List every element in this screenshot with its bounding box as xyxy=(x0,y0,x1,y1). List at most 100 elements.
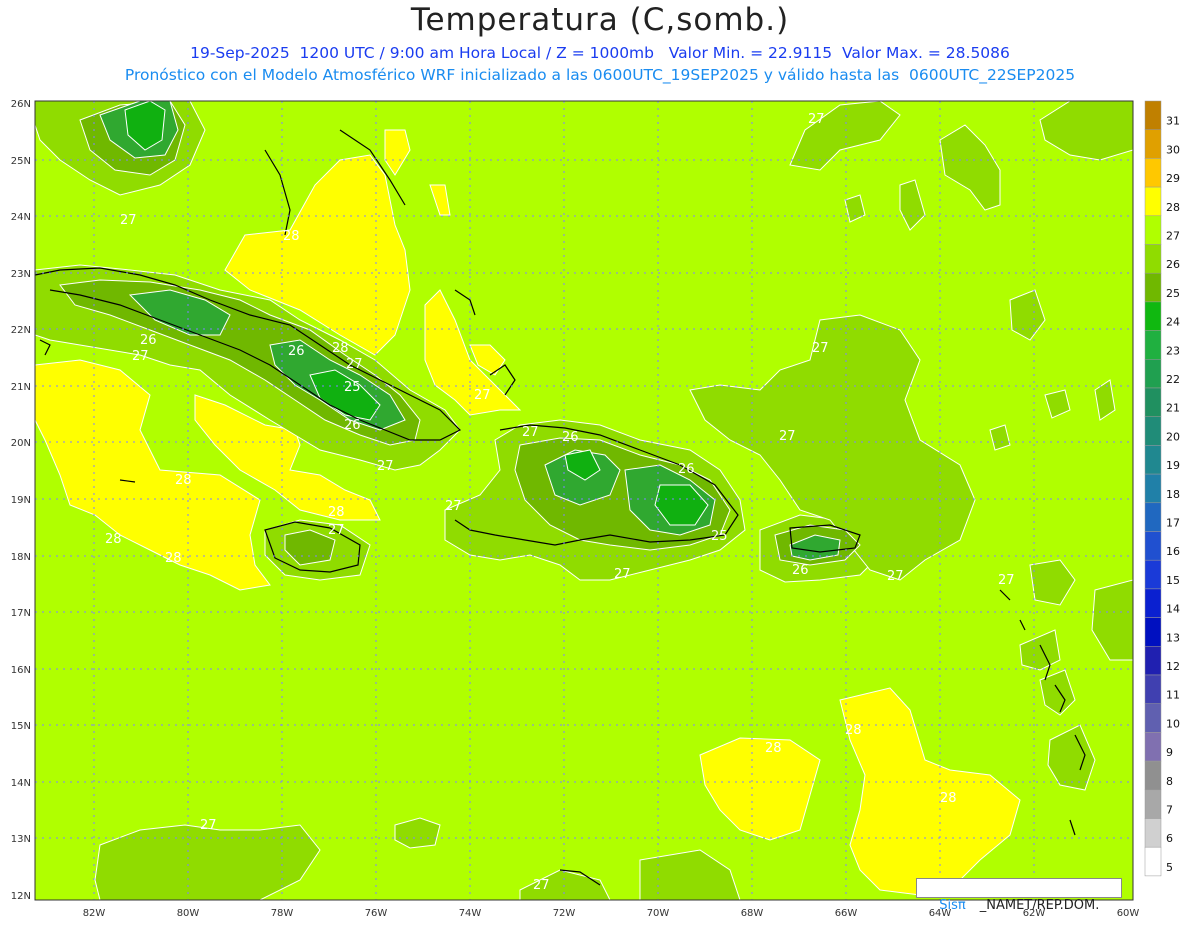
lat-label: 20N xyxy=(11,438,31,449)
temperature-field xyxy=(35,101,1133,900)
lon-label: 70W xyxy=(647,908,670,919)
contour-label: 28 xyxy=(283,229,300,244)
colorbar-swatch xyxy=(1144,732,1162,762)
colorbar-swatch xyxy=(1144,617,1162,647)
lat-label: 25N xyxy=(11,156,31,167)
lat-label: 18N xyxy=(11,552,31,563)
contour-label: 28 xyxy=(332,341,349,356)
brand-inamet: _NAMET/REP.DOM. xyxy=(979,898,1100,913)
colorbar-swatch xyxy=(1144,272,1162,303)
contour-label: 27 xyxy=(132,349,149,364)
colorbar-label: 19 xyxy=(1166,459,1180,472)
lat-label: 15N xyxy=(11,721,31,732)
lat-label: 26N xyxy=(11,99,31,110)
colorbar-swatch xyxy=(1144,330,1162,360)
colorbar-label: 8 xyxy=(1166,775,1173,788)
contour-label: 28 xyxy=(165,551,182,566)
lon-label: 82W xyxy=(83,908,106,919)
contour-label: 28 xyxy=(765,741,782,756)
colorbar-label: 7 xyxy=(1166,804,1173,817)
lon-label: 78W xyxy=(271,908,294,919)
colorbar-swatch xyxy=(1144,760,1162,791)
colorbar-swatch xyxy=(1144,646,1162,676)
brand-box: Sisπ _NAMET/REP.DOM. xyxy=(916,878,1122,913)
colorbar-swatch xyxy=(1144,502,1162,532)
colorbar-swatch xyxy=(1144,473,1162,504)
colorbar-label: 16 xyxy=(1166,545,1180,558)
contour-label: 28 xyxy=(940,791,957,806)
colorbar-swatch xyxy=(1144,789,1162,819)
colorbar-swatch xyxy=(1144,186,1162,217)
contour-label: 27 xyxy=(522,425,539,440)
contour-label: 27 xyxy=(812,341,829,356)
contour-label: 27 xyxy=(808,112,825,127)
contour-label: 27 xyxy=(120,213,137,228)
colorbar-swatch xyxy=(1144,158,1162,188)
contour-label: 28 xyxy=(175,473,192,488)
lat-label: 21N xyxy=(11,382,31,393)
colorbar-swatch xyxy=(1144,301,1162,331)
contour-label: 26 xyxy=(288,344,305,359)
colorbar-swatch xyxy=(1144,559,1162,590)
colorbar-label: 13 xyxy=(1166,631,1180,644)
colorbar-label: 10 xyxy=(1166,717,1180,730)
contour-label: 25 xyxy=(711,529,728,544)
colorbar-label: 22 xyxy=(1166,373,1180,386)
colorbar-label: 15 xyxy=(1166,574,1180,587)
lon-label: 68W xyxy=(741,908,764,919)
colorbar-label: 29 xyxy=(1166,172,1180,185)
lat-label: 12N xyxy=(11,891,31,902)
contour-label: 27 xyxy=(377,459,394,474)
lon-label: 66W xyxy=(835,908,858,919)
colorbar-label: 30 xyxy=(1166,143,1180,156)
colorbar-label: 24 xyxy=(1166,316,1180,329)
contour-label: 26 xyxy=(678,462,695,477)
colorbar-swatch xyxy=(1144,703,1162,733)
colorbar-label: 9 xyxy=(1166,746,1173,759)
lat-label: 14N xyxy=(11,778,31,789)
contour-label: 27 xyxy=(346,357,363,372)
colorbar-swatch xyxy=(1144,100,1162,130)
colorbar: 31 30 29 28 27 26 25 24 23 22 21 20 19 18 17 16 15 14 13 12… xyxy=(1144,100,1180,877)
colorbar-label: 11 xyxy=(1166,689,1180,702)
colorbar-swatch xyxy=(1144,129,1162,159)
contour-label: 26 xyxy=(562,430,579,445)
lat-label: 19N xyxy=(11,495,31,506)
lon-label: 74W xyxy=(459,908,482,919)
contour-label: 26 xyxy=(140,333,157,348)
colorbar-swatch xyxy=(1144,445,1162,475)
temperature-map: 27 27 28 26 27 26 28 27 25 26 27 28 28 2… xyxy=(11,99,1180,919)
colorbar-label: 17 xyxy=(1166,517,1180,530)
lat-label: 23N xyxy=(11,269,31,280)
colorbar-label: 27 xyxy=(1166,230,1180,243)
colorbar-label: 25 xyxy=(1166,287,1180,300)
contour-label: 27 xyxy=(445,499,462,514)
contour-label: 28 xyxy=(845,723,862,738)
contour-label: 27 xyxy=(200,818,217,833)
latitude-labels: 26N 25N 24N 23N 22N 21N 20N 19N 18N 17N … xyxy=(11,99,31,902)
colorbar-swatch xyxy=(1144,531,1162,561)
contour-label: 27 xyxy=(779,429,796,444)
colorbar-label: 18 xyxy=(1166,488,1180,501)
contour-label: 26 xyxy=(792,563,809,578)
colorbar-swatch xyxy=(1144,244,1162,274)
colorbar-label: 28 xyxy=(1166,201,1180,214)
contour-label: 28 xyxy=(105,532,122,547)
colorbar-swatch xyxy=(1144,674,1162,704)
colorbar-swatch xyxy=(1144,818,1162,848)
contour-label: 27 xyxy=(328,523,345,538)
contour-label: 28 xyxy=(328,505,345,520)
lon-label: 76W xyxy=(365,908,388,919)
lat-label: 16N xyxy=(11,665,31,676)
colorbar-swatch xyxy=(1144,588,1162,618)
colorbar-swatch xyxy=(1144,416,1162,446)
contour-label: 27 xyxy=(614,567,631,582)
colorbar-swatch xyxy=(1144,387,1162,417)
colorbar-label: 31 xyxy=(1166,115,1180,128)
colorbar-label: 12 xyxy=(1166,660,1180,673)
colorbar-label: 14 xyxy=(1166,603,1180,616)
contour-label: 27 xyxy=(474,388,491,403)
lat-label: 24N xyxy=(11,212,31,223)
colorbar-label: 26 xyxy=(1166,258,1180,271)
lat-label: 17N xyxy=(11,608,31,619)
